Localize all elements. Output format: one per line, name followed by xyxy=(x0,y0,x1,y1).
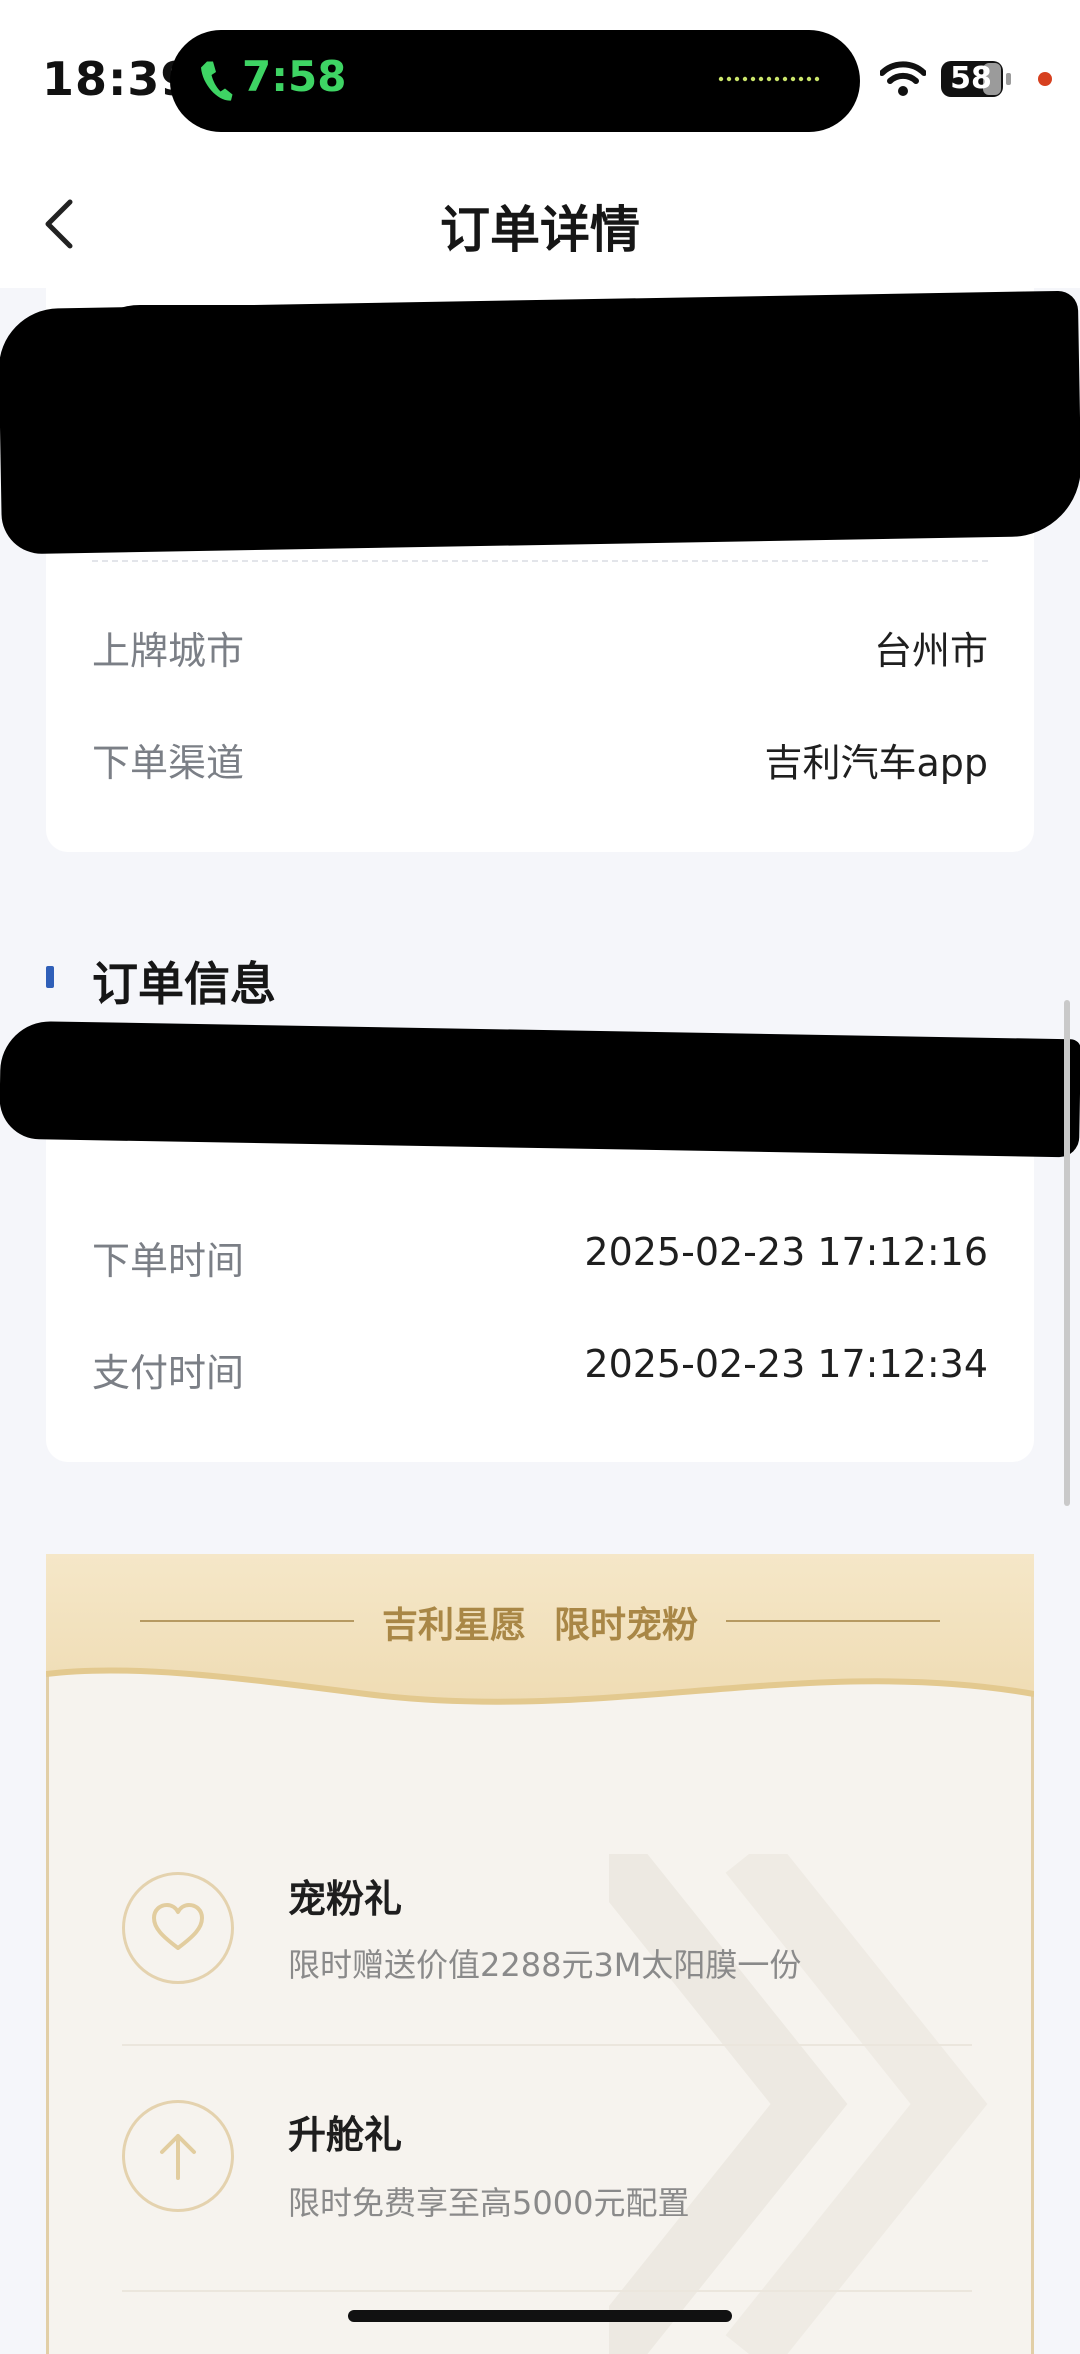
promo-divider xyxy=(122,2290,972,2292)
page-title: 订单详情 xyxy=(440,201,640,259)
row-label-order-time: 下单时间 xyxy=(92,1239,245,1283)
row-label-channel: 下单渠道 xyxy=(92,741,245,785)
row-value-order-time: 2025-02-23 17:12:16 xyxy=(584,1230,988,1274)
home-indicator[interactable] xyxy=(348,2310,732,2322)
chevron-pattern xyxy=(609,1854,988,2354)
redaction-mark xyxy=(70,305,980,445)
promo-title-right: 限时宠粉 xyxy=(554,1605,699,1646)
heart-icon xyxy=(152,1903,204,1950)
row-label-pay-time: 支付时间 xyxy=(92,1351,245,1395)
section-title-order-info: 订单信息 xyxy=(92,957,276,1011)
row-value-city: 台州市 xyxy=(873,629,988,673)
row-value-pay-time: 2025-02-23 17:12:34 xyxy=(584,1342,988,1386)
promo-title-left: 吉利星愿 xyxy=(381,1605,526,1646)
section-accent-bar xyxy=(46,966,54,988)
phone-icon xyxy=(201,61,233,101)
audio-dots-icon xyxy=(718,76,820,82)
dashed-divider xyxy=(92,560,988,562)
scrollbar[interactable] xyxy=(1064,1000,1070,1506)
row-value-channel: 吉利汽车app xyxy=(764,741,988,785)
gift-title-upgrade: 升舱礼 xyxy=(288,2113,403,2157)
promo-divider xyxy=(122,2044,972,2046)
redaction-mark xyxy=(0,1020,1080,1158)
row-label-city: 上牌城市 xyxy=(92,629,245,673)
arrow-up-icon xyxy=(160,2134,196,2180)
call-timer: 7:58 xyxy=(242,52,347,101)
gift-desc-upgrade: 限时免费享至高5000元配置 xyxy=(288,2184,690,2222)
gift-title-fans: 宠粉礼 xyxy=(288,1877,403,1921)
recording-dot xyxy=(1038,72,1052,86)
promo-title: 吉利星愿 限时宠粉 xyxy=(0,1596,1080,1648)
gift-desc-fans: 限时赠送价值2288元3M太阳膜一份 xyxy=(288,1946,802,1984)
wifi-icon xyxy=(880,61,926,96)
battery-level: 58 xyxy=(950,61,992,96)
